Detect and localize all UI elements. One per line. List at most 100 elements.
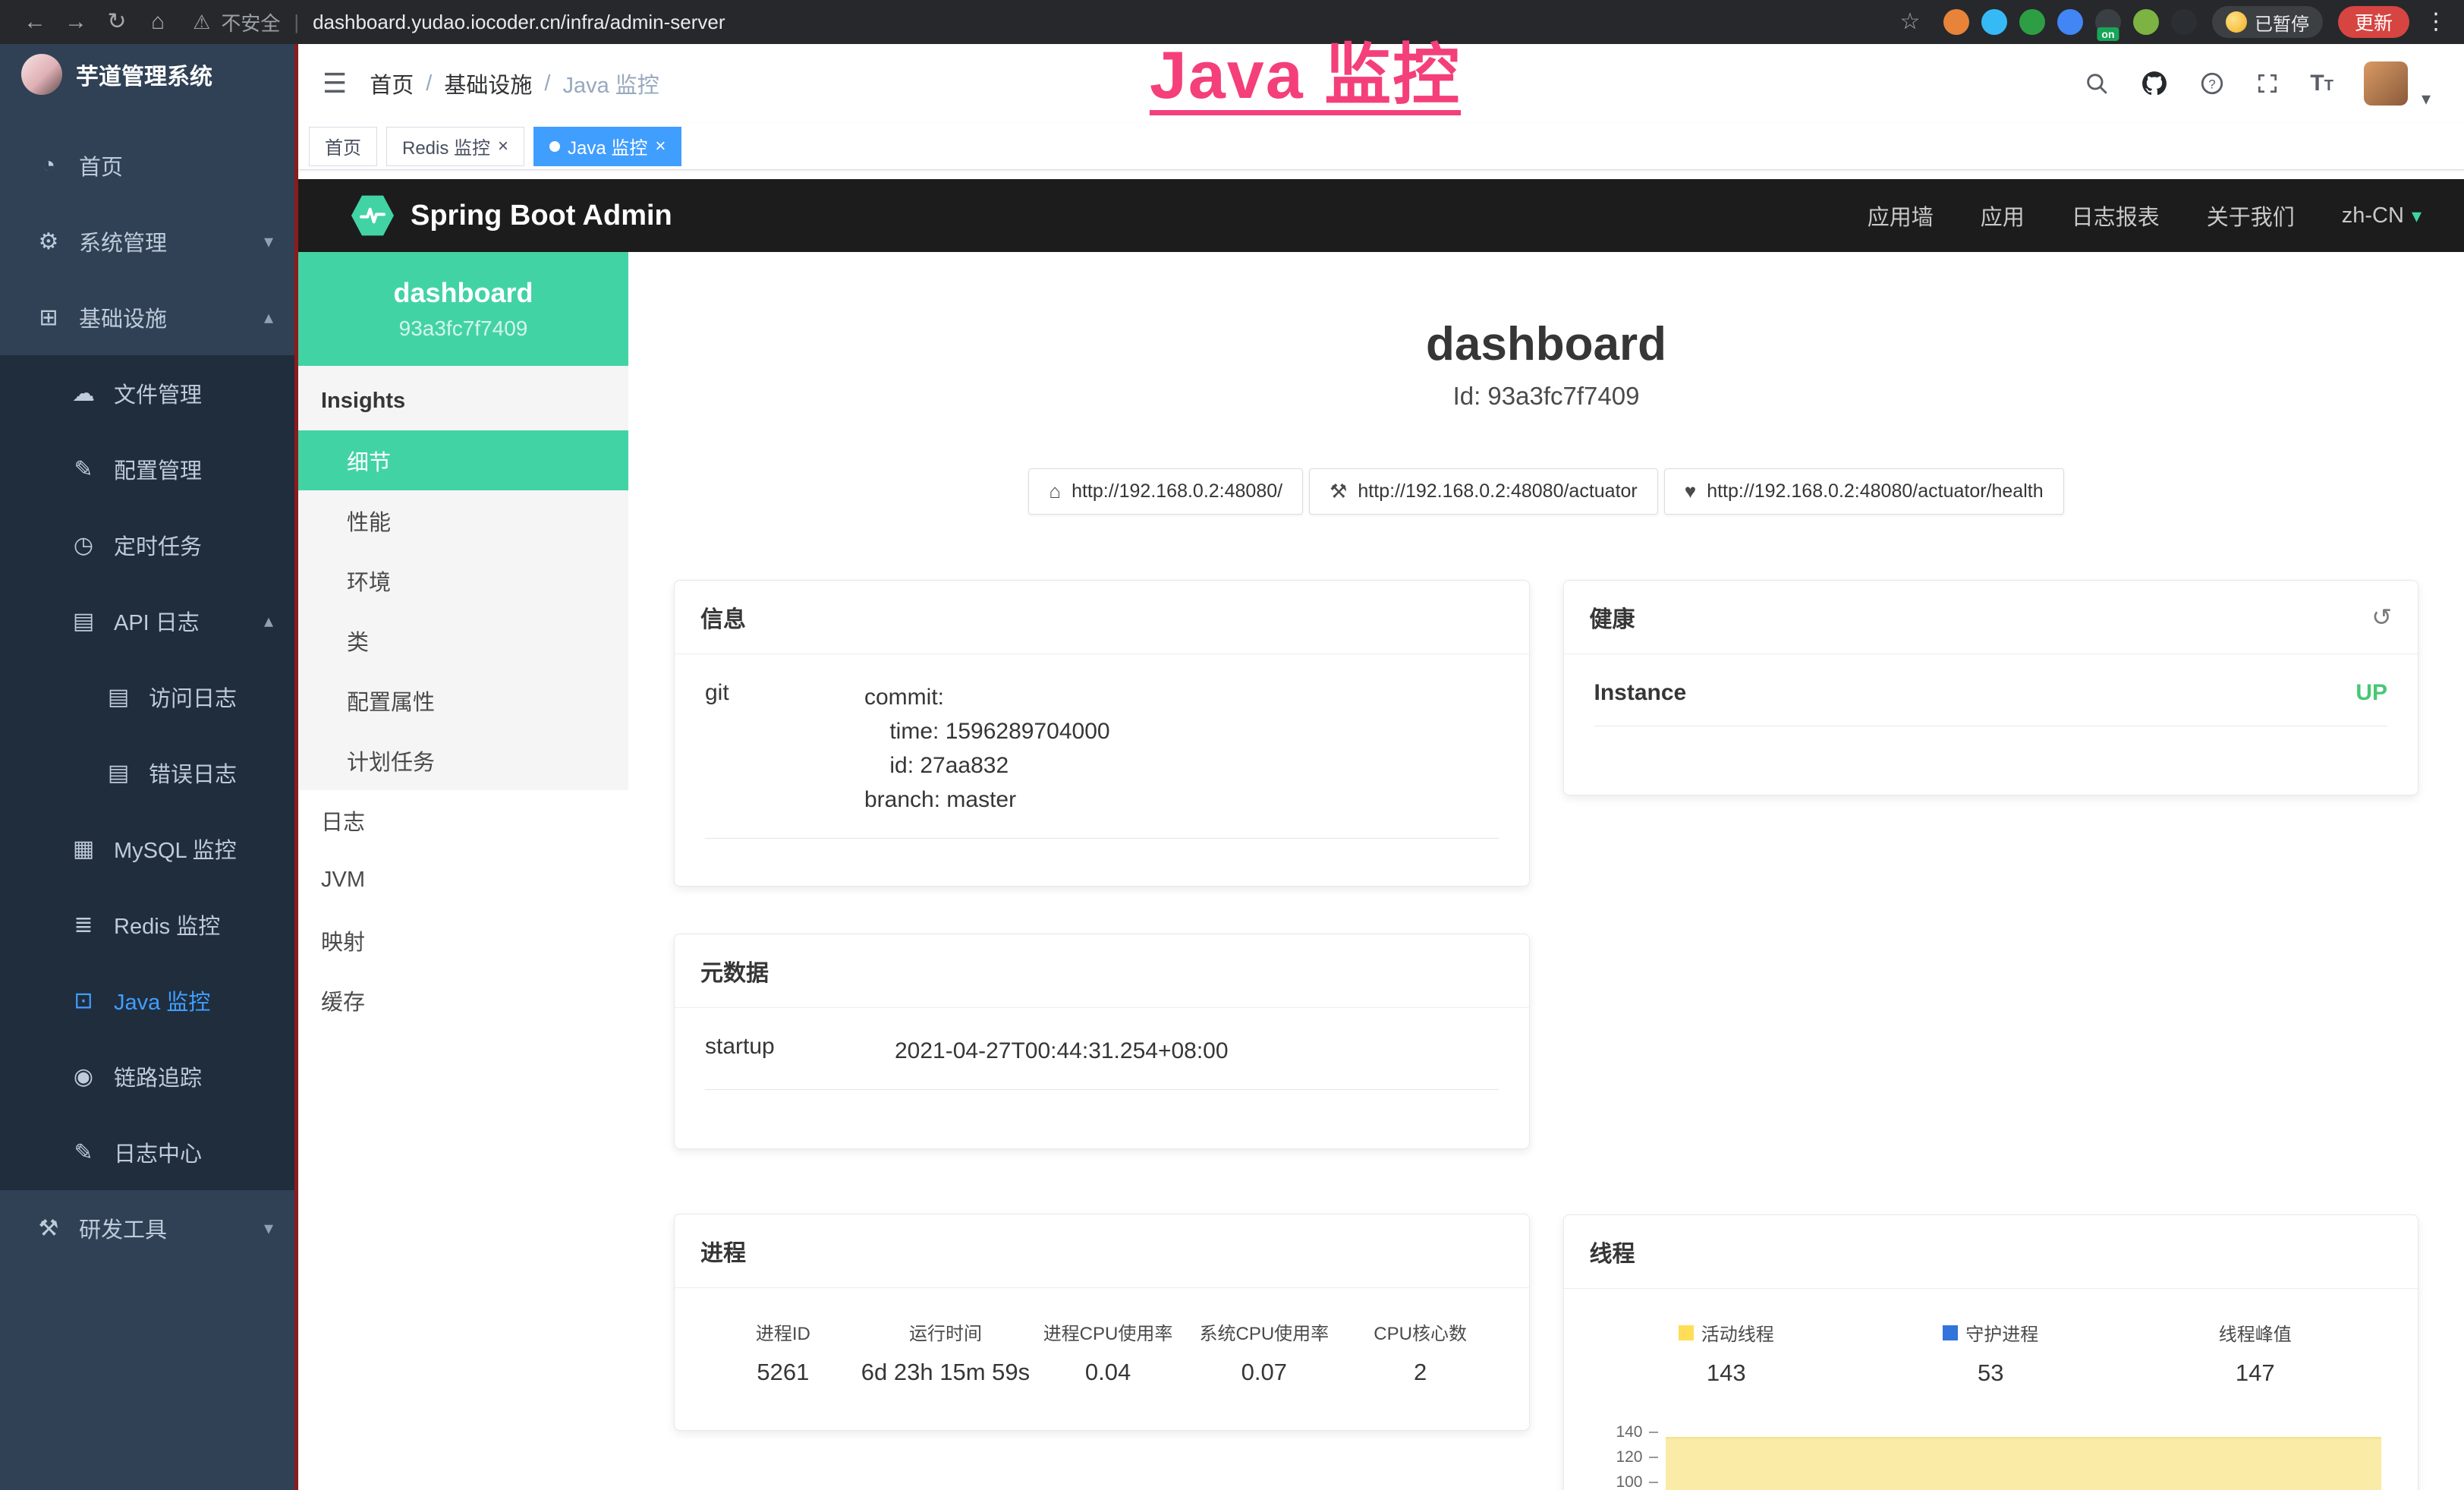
instance-link[interactable]: ⚒http://192.168.0.2:48080/actuator — [1309, 468, 1658, 515]
threads-legend-item: 活动线程143 — [1594, 1319, 1859, 1387]
api-log-icon: ▤ — [67, 608, 100, 635]
sidebar-item-system-management[interactable]: ⚙系统管理▾ — [0, 203, 296, 279]
app-sidebar: 芋道管理系统 ◔首页⚙系统管理▾⊞基础设施▴☁文件管理✎配置管理◷定时任务▤AP… — [0, 44, 296, 1490]
tab-java-monitor[interactable]: Java 监控× — [533, 127, 681, 166]
sba-sidebar-item-loggers[interactable]: 日志 — [298, 790, 628, 850]
sba-nav-about[interactable]: 关于我们 — [2207, 200, 2295, 232]
app-logo[interactable]: 芋道管理系统 — [0, 44, 296, 105]
history-icon[interactable]: ↺ — [2371, 603, 2392, 632]
forward-icon[interactable]: → — [58, 0, 94, 44]
address-bar[interactable]: ⚠ 不安全 | dashboard.yudao.iocoder.cn/infra… — [193, 8, 725, 36]
chevron-up-icon: ▴ — [264, 610, 273, 632]
extension-blue-grid-icon[interactable] — [2057, 9, 2083, 35]
reload-icon[interactable]: ↻ — [99, 0, 135, 44]
hamburger-icon[interactable]: ☰ — [323, 68, 347, 99]
tab-home[interactable]: 首页 — [309, 127, 377, 166]
sidebar-item-api-logs[interactable]: ▤API 日志▴ — [0, 583, 296, 659]
java-icon: ⊡ — [67, 988, 100, 1014]
sidebar-item-file-management[interactable]: ☁文件管理 — [0, 355, 296, 431]
sba-sidebar-item-jvm[interactable]: JVM — [298, 850, 628, 910]
sidebar-item-access-logs[interactable]: ▤访问日志 — [0, 659, 296, 735]
sba-sidebar-item-mappings[interactable]: 映射 — [298, 910, 628, 970]
health-instance-label[interactable]: Instance — [1594, 680, 1687, 706]
legend-value: 143 — [1594, 1359, 1859, 1387]
app-title: 芋道管理系统 — [76, 58, 212, 91]
locale-label: zh-CN — [2342, 203, 2404, 228]
help-icon[interactable]: ? — [2199, 71, 2225, 96]
search-icon[interactable] — [2084, 71, 2110, 96]
metric-label: 进程CPU使用率 — [1030, 1318, 1186, 1345]
user-avatar[interactable] — [2364, 61, 2408, 106]
sba-nav-journal[interactable]: 日志报表 — [2072, 200, 2160, 232]
sba-logo-icon — [351, 194, 394, 237]
sidebar-item-link-tracing[interactable]: ◉链路追踪 — [0, 1038, 296, 1114]
sidebar-item-redis-monitor[interactable]: ≣Redis 监控 — [0, 887, 296, 962]
tab-redis-monitor[interactable]: Redis 监控× — [386, 127, 524, 166]
sidebar-item-log-center[interactable]: ✎日志中心 — [0, 1114, 296, 1190]
extension-water-drop-icon[interactable] — [1981, 9, 2007, 35]
sidebar-item-label: MySQL 监控 — [114, 833, 237, 865]
chevron-up-icon: ▴ — [264, 307, 273, 329]
info-key: git — [705, 680, 864, 817]
update-button[interactable]: 更新 — [2338, 6, 2409, 38]
home-icon[interactable]: ⌂ — [140, 0, 176, 44]
sidebar-item-error-logs[interactable]: ▤错误日志 — [0, 735, 296, 811]
sidebar-item-config-management[interactable]: ✎配置管理 — [0, 431, 296, 507]
sba-sidebar-item-metrics[interactable]: 性能 — [298, 490, 628, 550]
gear-icon: ⚙ — [32, 228, 65, 255]
sba-nav-applications[interactable]: 应用 — [1981, 200, 2025, 232]
breadcrumb-item[interactable]: 首页 — [370, 68, 414, 99]
tab-close-icon[interactable]: × — [498, 137, 508, 156]
extension-green-circle-icon[interactable] — [2019, 9, 2045, 35]
browser-toolbar: ← → ↻ ⌂ ⚠ 不安全 | dashboard.yudao.iocoder.… — [0, 0, 2464, 44]
sidebar-item-dev-tools[interactable]: ⚒研发工具▾ — [0, 1190, 296, 1266]
metadata-value: 2021-04-27T00:44:31.254+08:00 — [895, 1034, 1499, 1068]
info-value: commit: time: 1596289704000 id: 27aa832 … — [864, 680, 1499, 817]
locale-select[interactable]: zh-CN ▾ — [2342, 203, 2422, 228]
bookmark-star-icon[interactable]: ☆ — [1892, 0, 1928, 44]
chevron-down-icon: ▾ — [264, 1218, 273, 1240]
tab-label: 首页 — [325, 133, 361, 159]
extension-leaf-icon[interactable] — [2133, 9, 2159, 35]
sba-sidebar-item-caches[interactable]: 缓存 — [298, 970, 628, 1030]
cards-column-left: 信息 git commit: time: 1596289704000 id: 2… — [674, 580, 1530, 1490]
threads-chart-area — [1666, 1437, 2382, 1490]
fullscreen-icon[interactable] — [2255, 71, 2280, 96]
github-icon[interactable] — [2140, 69, 2169, 98]
font-size-icon[interactable]: TT — [2310, 71, 2333, 96]
sidebar-item-label: 研发工具 — [79, 1212, 167, 1244]
sidebar-item-java-monitor[interactable]: ⊡Java 监控 — [0, 962, 296, 1038]
sba-sidebar-item-environment[interactable]: 环境 — [298, 550, 628, 610]
process-metrics: 进程ID5261运行时间6d 23h 15m 59s进程CPU使用率0.04系统… — [705, 1314, 1499, 1386]
sidebar-item-mysql-monitor[interactable]: ▦ MySQL 监控 — [0, 811, 296, 887]
instance-link[interactable]: ⌂http://192.168.0.2:48080/ — [1028, 468, 1303, 515]
sba-sidebar-item-details[interactable]: 细节 — [298, 430, 628, 490]
instance-link[interactable]: ♥http://192.168.0.2:48080/actuator/healt… — [1664, 468, 2064, 515]
paused-badge[interactable]: 已暂停 — [2212, 6, 2323, 38]
sba-sidebar-item-classes[interactable]: 类 — [298, 610, 628, 670]
sidebar-item-scheduled-tasks[interactable]: ◷定时任务 — [0, 507, 296, 583]
sba-sidebar-item-config-props[interactable]: 配置属性 — [298, 670, 628, 730]
sidebar-item-label: 日志中心 — [114, 1136, 202, 1168]
mysql-icon: ▦ — [67, 836, 100, 862]
metric-value: 0.04 — [1030, 1359, 1186, 1386]
sba-nav-wallboard[interactable]: 应用墙 — [1868, 200, 1934, 232]
tab-close-icon[interactable]: × — [655, 137, 666, 156]
extension-dark-paw-icon[interactable] — [2171, 9, 2197, 35]
chevron-down-icon[interactable]: ▾ — [2422, 88, 2431, 110]
sidebar-item-home[interactable]: ◔首页 — [0, 128, 296, 203]
back-icon[interactable]: ← — [17, 0, 53, 44]
sidebar-item-infrastructure[interactable]: ⊞基础设施▴ — [0, 279, 296, 355]
breadcrumb-item[interactable]: 基础设施 — [444, 68, 532, 99]
cards-grid: 信息 git commit: time: 1596289704000 id: 2… — [674, 580, 2418, 1490]
page-subtitle: Id: 93a3fc7f7409 — [674, 382, 2418, 411]
extension-orange-icon[interactable] — [1943, 9, 1969, 35]
sba-instance-header[interactable]: dashboard 93a3fc7f7409 — [298, 252, 628, 366]
sba-sidebar-item-scheduled-tasks[interactable]: 计划任务 — [298, 730, 628, 790]
browser-menu-icon[interactable]: ⋮ — [2425, 0, 2447, 44]
instance-link-url: http://192.168.0.2:48080/actuator/health — [1707, 480, 2043, 502]
breadcrumb-item[interactable]: Java 监控 — [562, 68, 659, 99]
extension-dark-on-icon[interactable]: on — [2095, 9, 2121, 35]
sidebar-item-label: 错误日志 — [149, 757, 237, 789]
annotation-divider-line — [294, 44, 298, 1490]
